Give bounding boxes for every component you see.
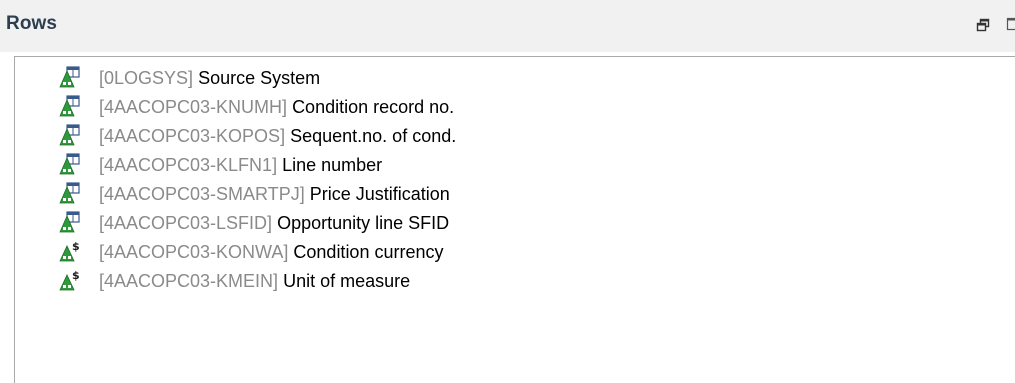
row-description: Sequent.no. of cond. bbox=[290, 126, 457, 146]
characteristic-icon bbox=[59, 124, 80, 146]
row-technical-name: [4AACOPC03-KMEIN] bbox=[99, 271, 279, 291]
svg-text:$: $ bbox=[72, 269, 80, 282]
row-description: Unit of measure bbox=[283, 271, 411, 291]
maximize-icon[interactable] bbox=[1006, 17, 1015, 31]
characteristic-icon bbox=[59, 211, 80, 233]
row-technical-name: [4AACOPC03-LSFID] bbox=[99, 213, 273, 233]
tree-row[interactable]: $ [4AACOPC03-KMEIN] Unit of measure bbox=[59, 268, 959, 292]
currency-unit-icon: $ bbox=[59, 269, 80, 291]
svg-text:$: $ bbox=[72, 240, 80, 253]
row-technical-name: [4AACOPC03-SMARTPJ] bbox=[99, 184, 305, 204]
tree-row[interactable]: [4AACOPC03-KOPOS] Sequent.no. of cond. bbox=[59, 123, 959, 147]
tree-row[interactable]: [4AACOPC03-SMARTPJ] Price Justification bbox=[59, 181, 959, 205]
restore-icon[interactable] bbox=[976, 18, 990, 32]
rows-tree[interactable]: [0LOGSYS] Source System [4AACOPC03-KNUMH… bbox=[14, 56, 1015, 383]
row-description: Source System bbox=[198, 68, 321, 88]
panel-title: Rows bbox=[6, 13, 58, 34]
row-technical-name: [0LOGSYS] bbox=[99, 68, 194, 88]
row-description: Condition record no. bbox=[292, 97, 455, 117]
characteristic-icon bbox=[59, 153, 80, 175]
tree-row[interactable]: [0LOGSYS] Source System bbox=[59, 65, 959, 89]
currency-unit-icon: $ bbox=[59, 240, 80, 262]
characteristic-icon bbox=[59, 66, 80, 88]
row-technical-name: [4AACOPC03-KOPOS] bbox=[99, 126, 286, 146]
tree-row[interactable]: [4AACOPC03-LSFID] Opportunity line SFID bbox=[59, 210, 959, 234]
row-description: Condition currency bbox=[293, 242, 444, 262]
tree-row[interactable]: [4AACOPC03-KNUMH] Condition record no. bbox=[59, 94, 959, 118]
tree-row[interactable]: [4AACOPC03-KLFN1] Line number bbox=[59, 152, 959, 176]
row-technical-name: [4AACOPC03-KNUMH] bbox=[99, 97, 288, 117]
characteristic-icon bbox=[59, 95, 80, 117]
tree-row[interactable]: $ [4AACOPC03-KONWA] Condition currency bbox=[59, 239, 959, 263]
row-technical-name: [4AACOPC03-KONWA] bbox=[99, 242, 289, 262]
row-technical-name: [4AACOPC03-KLFN1] bbox=[99, 155, 278, 175]
rows-panel: Rows [0LOGSYS] Source System [4AACOPC03-… bbox=[0, 0, 1015, 383]
row-description: Price Justification bbox=[309, 184, 450, 204]
panel-header: Rows bbox=[0, 0, 1015, 52]
row-description: Line number bbox=[282, 155, 383, 175]
characteristic-icon bbox=[59, 182, 80, 204]
row-description: Opportunity line SFID bbox=[277, 213, 450, 233]
